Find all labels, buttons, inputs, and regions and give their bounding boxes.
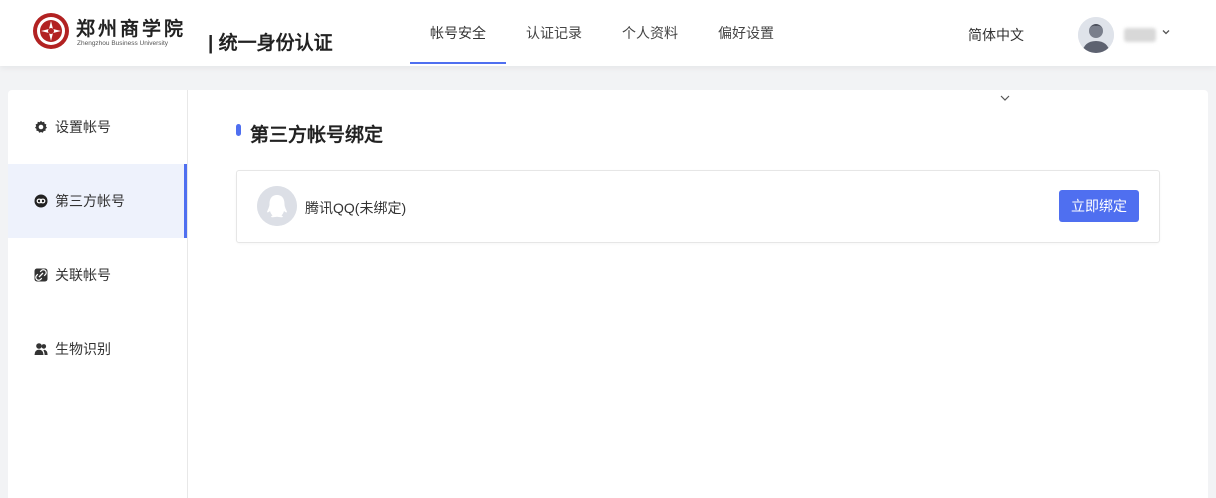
language-switch[interactable]: 简体中文 xyxy=(968,25,1024,45)
sidebar-item-label: 生物识别 xyxy=(55,341,111,357)
section-title: 第三方帐号绑定 xyxy=(250,125,384,146)
qq-binding-status: 腾讯QQ(未绑定) xyxy=(305,200,407,216)
logo-chinese-name: 郑州商学院 xyxy=(76,18,187,40)
sidebar-item-label: 第三方帐号 xyxy=(55,193,125,209)
nav-item-account-security[interactable]: 帐号安全 xyxy=(410,0,506,66)
binding-card-qq: 腾讯QQ(未绑定) 立即绑定 xyxy=(236,170,1160,243)
qq-penguin-icon xyxy=(257,186,297,226)
sidebar-item-biometrics[interactable]: 生物识别 xyxy=(8,312,187,386)
sidebar-item-linked-accounts[interactable]: 关联帐号 xyxy=(8,238,187,312)
link-circle-icon xyxy=(34,194,48,208)
section-title-marker xyxy=(236,124,241,136)
app-title: | 统一身份认证 xyxy=(208,33,333,54)
sidebar-item-third-party[interactable]: 第三方帐号 xyxy=(8,164,187,238)
bind-now-button[interactable]: 立即绑定 xyxy=(1059,190,1139,222)
gear-icon xyxy=(35,120,47,133)
username-redacted[interactable] xyxy=(1124,28,1156,42)
nav-item-auth-records[interactable]: 认证记录 xyxy=(506,0,602,66)
users-icon xyxy=(34,343,48,355)
sidebar-item-label: 关联帐号 xyxy=(55,267,111,283)
chevron-down-icon[interactable] xyxy=(1160,26,1172,38)
main-panel: 第三方帐号绑定 腾讯QQ(未绑定) 立即绑定 xyxy=(188,90,1208,498)
sidebar-item-label: 设置帐号 xyxy=(55,119,111,135)
chain-link-icon xyxy=(34,268,48,282)
university-logo[interactable]: 郑州商学院 Zhengzhou Business University xyxy=(32,12,192,52)
user-avatar-icon[interactable] xyxy=(1078,17,1114,53)
sidebar-item-account-settings[interactable]: 设置帐号 xyxy=(8,90,187,164)
university-seal-icon xyxy=(33,13,69,49)
sidebar: 设置帐号 第三方帐号 关联帐号 生物识别 xyxy=(8,90,188,498)
nav-item-preferences[interactable]: 偏好设置 xyxy=(698,0,794,66)
chevron-down-icon[interactable] xyxy=(999,93,1011,103)
top-nav: 帐号安全 认证记录 个人资料 偏好设置 xyxy=(410,0,794,66)
logo-english-name: Zhengzhou Business University xyxy=(77,40,169,47)
top-header: 郑州商学院 Zhengzhou Business University | 统一… xyxy=(0,0,1216,66)
nav-item-profile[interactable]: 个人资料 xyxy=(602,0,698,66)
